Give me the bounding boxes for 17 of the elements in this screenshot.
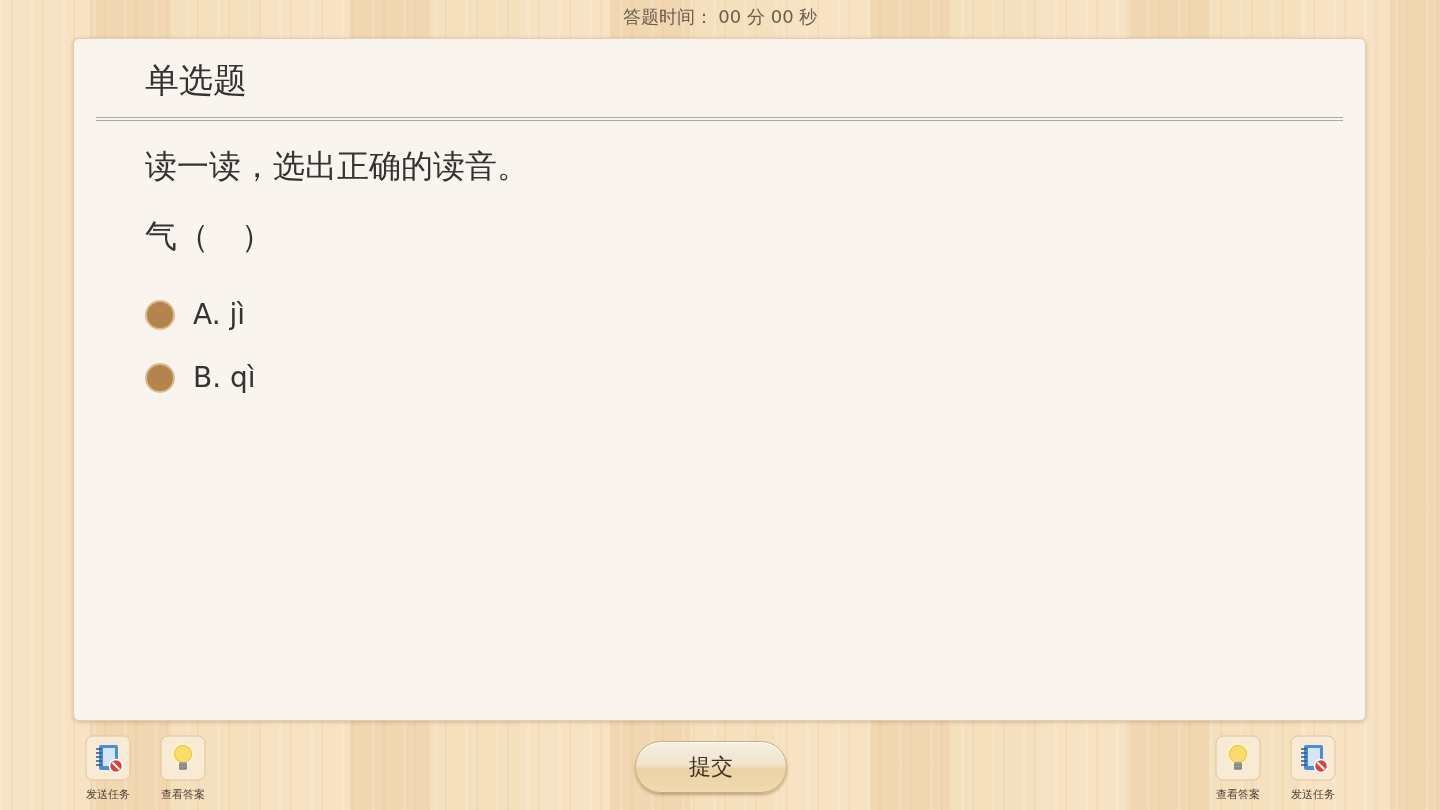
notebook-icon <box>1290 735 1336 781</box>
radio-icon[interactable] <box>145 363 175 393</box>
lightbulb-icon <box>160 735 206 781</box>
view-answer-button[interactable]: 查看答案 <box>1208 735 1268 801</box>
option-item[interactable]: B. qì <box>145 356 256 400</box>
send-task-button[interactable]: 发送任务 <box>1283 735 1343 801</box>
notebook-icon <box>85 735 131 781</box>
submit-button[interactable]: 提交 <box>634 741 787 793</box>
timer-text: 答题时间： 00 分 00 秒 <box>622 5 818 29</box>
radio-icon[interactable] <box>145 300 175 330</box>
send-task-button[interactable]: 发送任务 <box>78 735 138 801</box>
question-type-title: 单选题 <box>145 60 247 100</box>
question-prompt: 读一读，选出正确的读音。 <box>145 146 530 187</box>
question-stem: 气（ ） <box>145 216 274 257</box>
lightbulb-icon <box>1215 735 1261 781</box>
view-answer-button[interactable]: 查看答案 <box>153 735 213 801</box>
option-item[interactable]: A. jì <box>145 293 246 337</box>
